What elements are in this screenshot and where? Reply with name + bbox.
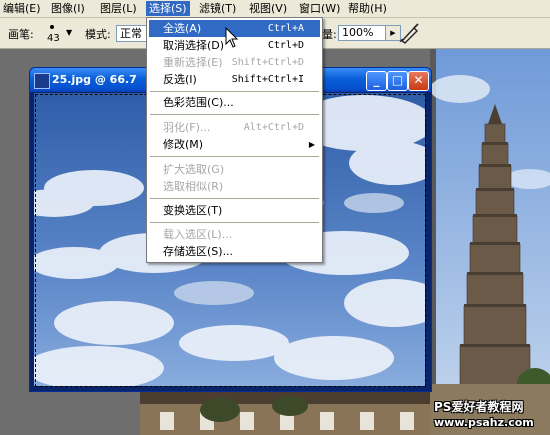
menu-window[interactable]: 窗口(W) <box>296 1 343 16</box>
document-title: 25.jpg @ 66.7 <box>52 73 137 86</box>
watermark: PS爱好者教程网 www.psahz.com <box>434 398 534 429</box>
submenu-arrow-icon: ▶ <box>308 140 315 149</box>
menu-view[interactable]: 视图(V) <box>246 1 290 16</box>
minimize-button[interactable]: _ <box>366 71 387 91</box>
flow-input[interactable]: 100% <box>338 25 389 41</box>
airbrush-icon[interactable] <box>398 22 422 44</box>
menu-modify[interactable]: 修改(M) ▶ <box>149 136 320 153</box>
close-button[interactable]: ✕ <box>408 71 429 91</box>
menu-transform-selection[interactable]: 变换选区(T) <box>149 202 320 219</box>
menu-load-selection[interactable]: 载入选区(L)... <box>149 226 320 243</box>
maximize-button[interactable]: □ <box>387 71 408 91</box>
watermark-url: www.psahz.com <box>434 416 534 429</box>
pagoda-photo <box>430 49 550 435</box>
brush-picker-arrow-icon[interactable]: ▼ <box>66 28 72 37</box>
menu-edit[interactable]: 编辑(E) <box>0 1 44 16</box>
brush-size: 43 <box>47 33 60 44</box>
menu-separator <box>150 198 319 199</box>
mouse-cursor-icon <box>225 27 239 48</box>
menu-select[interactable]: 选择(S) <box>146 1 190 16</box>
menu-filter[interactable]: 滤镜(T) <box>196 1 239 16</box>
menu-bar: 编辑(E) 图像(I) 图层(L) 选择(S) 滤镜(T) 视图(V) 窗口(W… <box>0 0 550 18</box>
brush-preview-icon[interactable] <box>50 25 54 29</box>
menu-feather[interactable]: 羽化(F)... Alt+Ctrl+D <box>149 119 320 136</box>
select-menu-dropdown: 全选(A) Ctrl+A 取消选择(D) Ctrl+D 重新选择(E) Shif… <box>146 17 323 263</box>
brush-label: 画笔: <box>8 28 34 41</box>
menu-image[interactable]: 图像(I) <box>48 1 88 16</box>
menu-inverse[interactable]: 反选(I) Shift+Ctrl+I <box>149 71 320 88</box>
menu-save-selection[interactable]: 存储选区(S)... <box>149 243 320 260</box>
mode-label: 模式: <box>85 28 111 41</box>
background-photo-strip <box>140 392 430 435</box>
menu-separator <box>150 156 319 157</box>
flow-label: 量: <box>322 28 337 41</box>
menu-reselect[interactable]: 重新选择(E) Shift+Ctrl+D <box>149 54 320 71</box>
menu-separator <box>150 114 319 115</box>
menu-separator <box>150 91 319 92</box>
watermark-title: PS爱好者教程网 <box>434 400 524 414</box>
menu-color-range[interactable]: 色彩范围(C)... <box>149 94 320 111</box>
menu-similar[interactable]: 选取相似(R) <box>149 178 320 195</box>
menu-grow[interactable]: 扩大选取(G) <box>149 161 320 178</box>
menu-layer[interactable]: 图层(L) <box>97 1 140 16</box>
photoshop-doc-icon <box>34 73 50 89</box>
menu-separator <box>150 222 319 223</box>
menu-help[interactable]: 帮助(H) <box>345 1 390 16</box>
